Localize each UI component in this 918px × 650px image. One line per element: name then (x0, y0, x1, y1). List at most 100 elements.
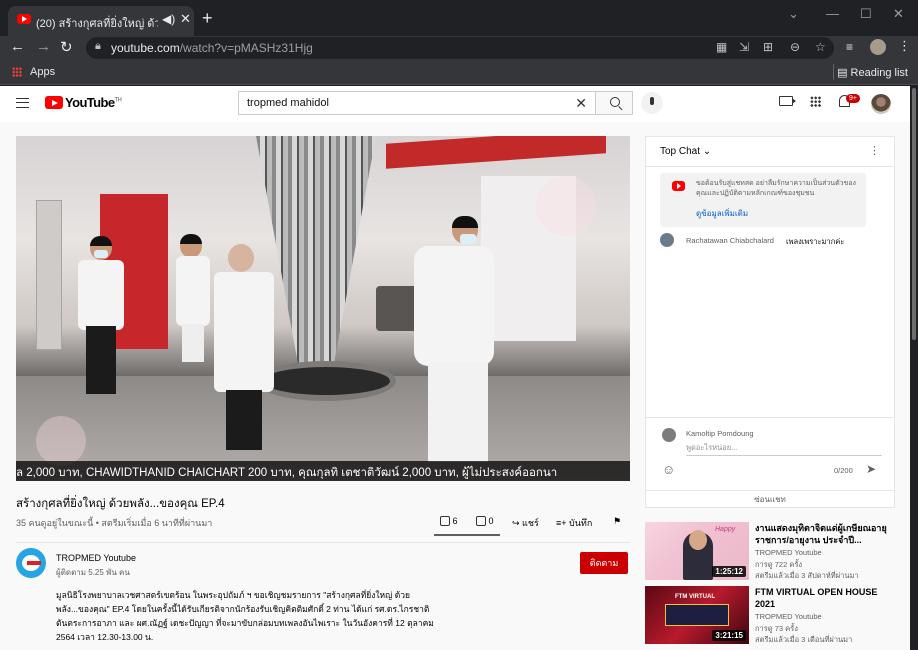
apps-grid-icon[interactable] (810, 96, 821, 107)
youtube-favicon-icon (17, 14, 31, 24)
mic-icon[interactable] (641, 92, 663, 114)
live-chat: Top Chat ⌄ ⋮ ขอต้อนรับสู่แชทสด อย่าลืมรั… (645, 136, 895, 508)
send-icon[interactable]: ➤ (866, 462, 876, 476)
video-scene-planter (256, 361, 396, 401)
notification-badge: 9+ (846, 94, 860, 103)
related-video-title: FTM VIRTUAL OPEN HOUSE 2021 (755, 587, 878, 609)
bookmarks-bar: Apps ▤ Reading list (0, 60, 918, 85)
bookmarks-separator (833, 64, 834, 80)
related-video-date: สตรีมแล้วเมื่อ 3 เดือนที่ผ่านมา (755, 635, 853, 644)
audio-playing-icon[interactable]: ◀) (162, 12, 175, 26)
avatar[interactable] (660, 233, 674, 247)
like-ratio-fill (434, 534, 500, 536)
chat-header: Top Chat ⌄ ⋮ (646, 137, 894, 167)
translate-icon[interactable]: ⊞ (763, 40, 773, 54)
more-options-icon[interactable]: ⋮ (869, 144, 880, 157)
media-control-icon[interactable]: ≡ (846, 40, 853, 54)
search-button[interactable] (595, 91, 633, 115)
browser-menu-icon[interactable]: ⋮ (898, 38, 911, 54)
current-user-name: Kamoltip Pomdoung (686, 429, 754, 438)
divider (16, 542, 630, 543)
chat-author[interactable]: Rachatawan Chiabchalard (686, 236, 774, 245)
video-duration: 1:25:12 (712, 566, 746, 577)
channel-name[interactable]: TROPMED Youtube (56, 553, 136, 563)
apps-bookmark[interactable]: Apps (30, 66, 55, 78)
maximize-icon[interactable]: ☐ (860, 6, 872, 22)
search-icon (610, 97, 620, 107)
related-video-channel: TROPMED Youtube (755, 612, 822, 621)
like-button[interactable]: 6 (440, 516, 458, 526)
profile-avatar-icon[interactable] (870, 39, 886, 55)
video-thumbnail[interactable]: Happy 1:25:12 (645, 522, 749, 580)
back-icon[interactable]: ← (10, 38, 25, 55)
save-icon: ≡+ (556, 518, 570, 528)
youtube-logo-text[interactable]: YouTubeTH (65, 95, 122, 110)
avatar[interactable] (871, 94, 891, 114)
subscribe-button[interactable]: ติดตาม (580, 552, 628, 574)
search-input[interactable]: tropmed mahidol ✕ (238, 91, 596, 115)
channel-avatar[interactable] (16, 548, 46, 578)
zoom-icon[interactable]: ⊖ (790, 40, 800, 54)
qr-code-icon[interactable]: ▦ (716, 40, 727, 54)
related-video-title: งานแสดงมุทิตาจิตแด่ผู้เกษียณอายุราชการ/อ… (755, 523, 887, 545)
youtube-logo-icon[interactable] (45, 96, 63, 109)
tab-title: (20) สร้างกุศลที่ยิ่งใหญ่ ด้วยพลัง... (36, 18, 158, 30)
dislike-icon (476, 516, 486, 526)
learn-more-link[interactable]: ดูข้อมูลเพิ่มเติม (696, 207, 748, 220)
window-close-icon[interactable]: ✕ (893, 6, 904, 22)
youtube-logo-icon (672, 181, 685, 191)
tab-search-icon[interactable]: ⌄ (788, 6, 799, 22)
tab-close-icon[interactable]: ✕ (180, 11, 191, 27)
new-tab-button[interactable]: + (202, 8, 213, 29)
share-button[interactable]: ↪ แชร์ (512, 516, 539, 530)
dislike-button[interactable]: 0 (476, 516, 494, 526)
video-bokeh (36, 416, 86, 466)
flag-icon[interactable]: ⚑ (613, 516, 621, 527)
scrollbar-thumb[interactable] (912, 88, 916, 340)
youtube-page: YouTubeTH tropmed mahidol ✕ 9+ ล 2,000 บ… (0, 86, 910, 650)
save-button[interactable]: ≡+ บันทึก (556, 516, 592, 530)
avatar (662, 428, 676, 442)
video-description: มูลนิธิโรงพยาบาลเวชศาสตร์เขตร้อน ในพระอุ… (56, 590, 434, 642)
reload-icon[interactable]: ↻ (60, 38, 73, 56)
related-video-channel: TROPMED Youtube (755, 548, 822, 557)
video-bokeh (536, 176, 596, 236)
reading-list-button[interactable]: ▤ Reading list (837, 66, 908, 79)
install-icon[interactable]: ⇲ (739, 40, 749, 54)
chat-mode-dropdown[interactable]: Top Chat ⌄ (660, 146, 711, 157)
browser-toolbar: ← → ↻ 🔒︎ youtube.com/watch?v=pMASHz31Hjg… (0, 36, 918, 60)
hide-chat-button[interactable]: ซ่อนแชท (646, 490, 894, 508)
browser-tab-strip: (20) สร้างกุศลที่ยิ่งใหญ่ ด้วยพลัง... ◀)… (0, 0, 918, 36)
url-text: youtube.com/watch?v=pMASHz31Hjg (111, 41, 313, 55)
apps-grid-icon (12, 67, 22, 77)
browser-tab[interactable]: (20) สร้างกุศลที่ยิ่งใหญ่ ด้วยพลัง... ◀)… (8, 6, 194, 36)
page-scrollbar[interactable] (910, 86, 918, 650)
video-scene-banner (386, 136, 606, 169)
video-duration: 3:21:15 (712, 630, 746, 641)
video-thumbnail[interactable]: FTM VIRTUAL 3:21:15 (645, 586, 749, 644)
chat-input[interactable]: พูดอะไรหน่อย... (686, 442, 882, 456)
menu-icon[interactable] (16, 98, 29, 108)
search-query: tropmed mahidol (247, 97, 329, 109)
create-video-icon[interactable] (779, 96, 796, 106)
related-video[interactable]: FTM VIRTUAL 3:21:15 FTM VIRTUAL OPEN HOU… (645, 586, 895, 646)
forward-icon[interactable]: → (36, 38, 51, 55)
lock-icon[interactable]: 🔒︎ (95, 40, 101, 53)
video-title: สร้างกุศลที่ยิ่งใหญ่ ด้วยพลัง...ของคุณ E… (16, 498, 225, 510)
related-video[interactable]: Happy 1:25:12 งานแสดงมุทิตาจิตแด่ผู้เกษี… (645, 522, 895, 582)
emoji-icon[interactable]: ☺ (662, 462, 675, 477)
clear-search-icon[interactable]: ✕ (575, 95, 587, 112)
video-player[interactable]: ล 2,000 บาท, CHAWIDTHANID CHAICHART 200 … (16, 136, 630, 481)
video-meta: 35 คนดูอยู่ในขณะนี้ • สตรีมเริ่มเมื่อ 6 … (16, 518, 213, 528)
minimize-icon[interactable]: — (826, 6, 839, 21)
video-caption-ticker: ล 2,000 บาท, CHAWIDTHANID CHAICHART 200 … (16, 461, 630, 481)
like-icon (440, 516, 450, 526)
video-scene-door (36, 200, 62, 350)
subscriber-count: ผู้ติดตาม 5.25 พัน คน (56, 568, 130, 577)
chat-welcome-notice: ขอต้อนรับสู่แชทสด อย่าลืมรักษาความเป็นส่… (660, 173, 866, 227)
chat-composer: Kamoltip Pomdoung พูดอะไรหน่อย... ☺ 0/20… (646, 417, 894, 507)
related-video-date: สตรีมแล้วเมื่อ 3 สัปดาห์ที่ผ่านมา (755, 571, 859, 580)
address-bar[interactable]: 🔒︎ youtube.com/watch?v=pMASHz31Hjg ▦ ⇲ ⊞… (86, 37, 834, 59)
chat-message: Rachatawan Chiabchalard เพลงเพราะมากค่ะ (660, 233, 890, 249)
bookmark-star-icon[interactable]: ☆ (815, 40, 826, 54)
